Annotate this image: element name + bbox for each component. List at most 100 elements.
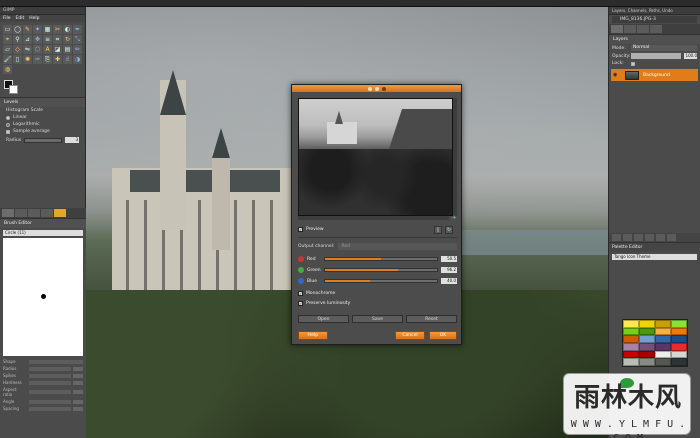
- radius-value[interactable]: 3: [65, 137, 79, 143]
- blue-slider[interactable]: [324, 279, 438, 283]
- palette-swatch[interactable]: [671, 320, 687, 328]
- free-select-icon[interactable]: ✎: [23, 25, 32, 34]
- flip-icon[interactable]: ⇋: [23, 45, 32, 54]
- preview-vscrollbar[interactable]: [453, 98, 457, 216]
- new-layer-icon[interactable]: [612, 234, 621, 241]
- brush-angle-slider[interactable]: [29, 399, 71, 404]
- palette-swatch[interactable]: [671, 327, 687, 336]
- ok-button[interactable]: OK: [429, 331, 457, 340]
- scale-log-option[interactable]: Logarithmic: [0, 121, 85, 128]
- menu-help[interactable]: Help: [29, 15, 39, 22]
- palette-swatch[interactable]: [623, 342, 639, 351]
- brush-angle-value[interactable]: [73, 399, 83, 404]
- monochrome-checkbox[interactable]: ✓: [298, 291, 303, 296]
- palette-swatch[interactable]: [639, 320, 655, 328]
- help-button[interactable]: Help: [298, 331, 328, 340]
- palette-swatch[interactable]: [655, 335, 671, 343]
- layers-list-area[interactable]: [609, 83, 700, 233]
- navigate-icon[interactable]: ✛: [452, 216, 457, 221]
- brush-aspect-value[interactable]: [73, 390, 83, 394]
- palette-swatch[interactable]: [655, 320, 671, 328]
- color-select-icon[interactable]: ▦: [43, 25, 52, 34]
- checkbox-icon[interactable]: [6, 129, 10, 134]
- blend-icon[interactable]: ▤: [63, 45, 72, 54]
- palette-swatch[interactable]: [671, 358, 687, 366]
- output-channel-select[interactable]: Red: [338, 242, 457, 250]
- images-tab[interactable]: [41, 209, 53, 217]
- device-status-tab[interactable]: [15, 209, 27, 217]
- red-value[interactable]: 50.5: [441, 256, 457, 262]
- move-icon[interactable]: ✥: [33, 35, 42, 44]
- brush-radius-value[interactable]: [73, 366, 83, 371]
- image-selector[interactable]: IMG_8136.JPG-3: [612, 16, 697, 23]
- opacity-value[interactable]: 100.0: [684, 53, 697, 59]
- palette-swatch[interactable]: [655, 327, 671, 336]
- brush-shape-bar[interactable]: [29, 359, 83, 364]
- eye-icon[interactable]: ◉: [613, 72, 621, 78]
- preview-image[interactable]: [298, 98, 453, 216]
- duplicate-layer-icon[interactable]: [645, 234, 654, 241]
- save-button[interactable]: Save: [352, 315, 403, 323]
- zoom-icon[interactable]: ⚲: [13, 35, 22, 44]
- preview-checkbox[interactable]: ✓: [298, 227, 303, 232]
- close-icon[interactable]: [381, 86, 386, 91]
- color-picker-icon[interactable]: ⌖: [3, 35, 12, 44]
- rotate-icon[interactable]: ↻: [63, 35, 72, 44]
- anchor-layer-icon[interactable]: [656, 234, 665, 241]
- lower-layer-icon[interactable]: [634, 234, 643, 241]
- brush-name-field[interactable]: Circle (11): [3, 230, 83, 236]
- split-view-icon[interactable]: ▯: [434, 225, 442, 234]
- brush-hardness-slider[interactable]: [29, 380, 71, 385]
- minimize-icon[interactable]: [367, 86, 372, 91]
- undo-tab[interactable]: [28, 209, 40, 217]
- rect-select-icon[interactable]: ▭: [3, 25, 12, 34]
- palette-swatch[interactable]: [655, 350, 671, 359]
- reset-button[interactable]: Reset: [406, 315, 457, 323]
- brush-aspect-slider[interactable]: [29, 390, 71, 394]
- eraser-icon[interactable]: ▯: [13, 55, 22, 64]
- brush-tab[interactable]: [54, 209, 66, 217]
- background-color[interactable]: [9, 85, 18, 94]
- radius-slider[interactable]: [24, 137, 62, 143]
- brush-spacing-slider[interactable]: [29, 406, 71, 411]
- raise-layer-icon[interactable]: [623, 234, 632, 241]
- red-slider[interactable]: [324, 257, 438, 261]
- opacity-slider[interactable]: [631, 53, 681, 59]
- delete-layer-icon[interactable]: [667, 234, 676, 241]
- brush-radius-slider[interactable]: [29, 366, 71, 371]
- shear-icon[interactable]: ▱: [3, 45, 12, 54]
- cage-icon[interactable]: ⬡: [33, 45, 42, 54]
- brush-spikes-slider[interactable]: [29, 373, 71, 378]
- text-icon[interactable]: A: [43, 45, 52, 54]
- palette-swatch[interactable]: [639, 335, 655, 343]
- heal-icon[interactable]: ✚: [53, 55, 62, 64]
- palette-swatch[interactable]: [655, 342, 671, 351]
- palette-swatch[interactable]: [655, 358, 671, 366]
- undo-history-tab[interactable]: [650, 25, 662, 33]
- palette-swatch[interactable]: [639, 342, 655, 351]
- scale-linear-option[interactable]: Linear: [0, 114, 85, 121]
- refresh-icon[interactable]: ↻: [445, 225, 453, 234]
- align-icon[interactable]: ≡: [43, 35, 52, 44]
- scissors-icon[interactable]: ✂: [53, 25, 62, 34]
- palette-swatch[interactable]: [623, 320, 639, 328]
- ink-icon[interactable]: ✑: [33, 55, 42, 64]
- fuzzy-select-icon[interactable]: ✦: [33, 25, 42, 34]
- preserve-luminosity-checkbox[interactable]: ✓: [298, 301, 303, 306]
- blue-value[interactable]: 40.0: [441, 278, 457, 284]
- green-slider[interactable]: [324, 268, 438, 272]
- paintbrush-icon[interactable]: 🖌: [3, 55, 12, 64]
- cancel-button[interactable]: Cancel: [395, 331, 425, 340]
- palette-swatch[interactable]: [623, 358, 639, 366]
- crop-icon[interactable]: ⌗: [53, 35, 62, 44]
- preview-hscrollbar[interactable]: [298, 216, 449, 220]
- smudge-icon[interactable]: ☝: [63, 55, 72, 64]
- channels-tab[interactable]: [624, 25, 636, 33]
- measure-icon[interactable]: ⊿: [23, 35, 32, 44]
- airbrush-icon[interactable]: ✺: [23, 55, 32, 64]
- sample-average-option[interactable]: Sample average: [0, 128, 85, 135]
- monochrome-row[interactable]: ✓ Monochrome: [298, 290, 457, 297]
- radio-icon[interactable]: [6, 122, 10, 127]
- brush-spikes-value[interactable]: [73, 373, 83, 378]
- open-button[interactable]: Open: [298, 315, 349, 323]
